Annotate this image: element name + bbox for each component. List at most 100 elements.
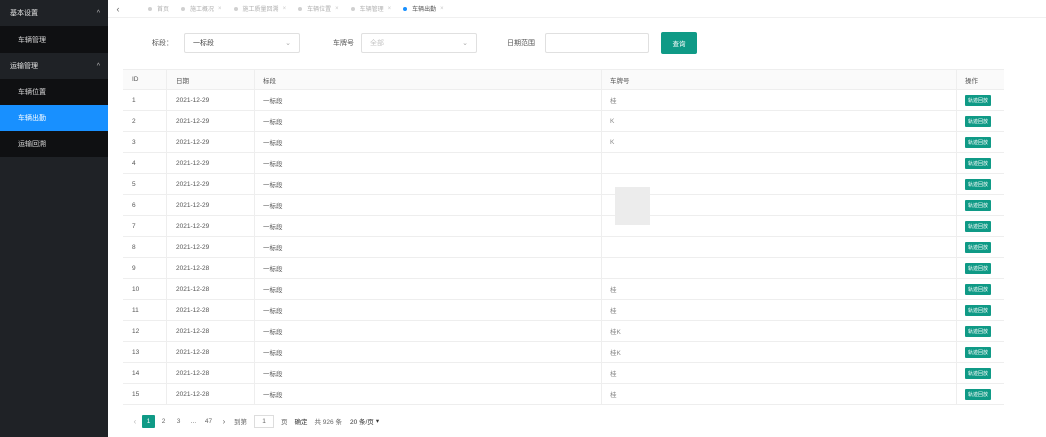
table-header-row: ID 日期 标段 车牌号 操作 <box>123 69 1004 90</box>
tab-home[interactable]: 首页 <box>142 0 175 18</box>
track-replay-button[interactable]: 轨迹回放 <box>965 241 992 253</box>
attendance-table: ID 日期 标段 车牌号 操作 1 2021-12-29 一标段桂轨迹回放 2 2021… <box>123 69 1004 405</box>
table-row: 6 2021-12-29 一标段 轨迹回放 <box>123 195 1004 216</box>
chevron-down-icon: ▾ <box>375 418 380 425</box>
cell-id: 2 <box>123 111 167 131</box>
sidebar-group-basic-settings[interactable]: 基本设置 ^ <box>0 0 108 26</box>
next-page-icon[interactable]: › <box>217 417 231 426</box>
tab-dot-icon <box>298 6 303 11</box>
track-replay-button[interactable]: 轨迹回放 <box>965 115 992 127</box>
tab-dot-icon <box>350 6 355 11</box>
date-range-input[interactable] <box>545 33 649 53</box>
goto-label: 到第 <box>234 419 247 426</box>
chevron-left-icon[interactable]: ‹ <box>108 4 128 14</box>
cell-operation: 轨迹回放 <box>957 132 1004 152</box>
tab-label: 首页 <box>157 7 170 13</box>
tab-dot-icon <box>233 6 238 11</box>
page-number-last[interactable]: 47 <box>202 415 215 428</box>
page-number-3[interactable]: 3 <box>172 415 185 428</box>
cell-id: 1 <box>123 90 167 110</box>
sidebar-item-vehicle-attendance[interactable]: 车辆出勤 <box>0 105 108 131</box>
cell-operation: 轨迹回放 <box>957 153 1004 173</box>
cell-plate <box>602 195 957 215</box>
page-number-2[interactable]: 2 <box>157 415 170 428</box>
tab-vehicle-attendance[interactable]: 车辆出勤 × <box>397 0 450 18</box>
table-row: 13 2021-12-28 一标段 桂K 轨迹回放 <box>123 342 1004 363</box>
cell-operation: 轨迹回放 <box>957 363 1004 383</box>
page-number-1[interactable]: 1 <box>142 414 155 428</box>
plate-select[interactable]: 全部 ⌄ <box>361 33 477 53</box>
track-replay-button[interactable]: 轨迹回放 <box>965 262 992 274</box>
cell-id: 6 <box>123 195 167 215</box>
cell-plate: K <box>602 132 957 152</box>
tab-quality-replay[interactable]: 施工质量回溯 × <box>228 0 293 18</box>
track-replay-button[interactable]: 轨迹回放 <box>965 199 992 211</box>
cell-id: 15 <box>123 384 167 404</box>
sidebar-group-transport-management[interactable]: 运输管理 ^ <box>0 53 108 79</box>
sidebar: 基本设置 ^ 车辆管理 运输管理 ^ 车辆位置 车辆出勤 运输回溯 <box>0 0 108 437</box>
cell-operation: 轨迹回放 <box>957 90 1004 110</box>
tab-vehicle-management[interactable]: 车辆管理 × <box>345 0 398 18</box>
section-select[interactable]: 一标段 ⌄ <box>184 33 300 53</box>
cell-plate <box>602 216 957 236</box>
cell-plate <box>602 258 957 278</box>
close-icon[interactable]: × <box>440 6 444 12</box>
track-replay-button[interactable]: 轨迹回放 <box>965 283 992 295</box>
track-replay-button[interactable]: 轨迹回放 <box>965 325 992 337</box>
cell-date: 2021-12-28 <box>167 258 255 278</box>
track-replay-button[interactable]: 轨迹回放 <box>965 136 992 148</box>
page-size-select[interactable]: 20 条/页 ▾ <box>350 416 379 426</box>
sidebar-item-transport-replay[interactable]: 运输回溯 <box>0 131 108 157</box>
cell-id: 10 <box>123 279 167 299</box>
track-replay-button[interactable]: 轨迹回放 <box>965 220 992 232</box>
cell-plate: K <box>602 111 957 131</box>
cell-section: 一标段 <box>255 195 602 215</box>
track-replay-button[interactable]: 轨迹回放 <box>965 157 992 169</box>
table-row: 8 2021-12-29 一标段 轨迹回放 <box>123 237 1004 258</box>
header-section: 标段 <box>255 70 602 89</box>
sidebar-item-label: 车辆位置 <box>18 89 46 96</box>
plate-select-placeholder: 全部 <box>370 40 384 47</box>
query-button[interactable]: 查询 <box>661 32 697 54</box>
close-icon[interactable]: × <box>335 6 339 12</box>
tab-construction-overview[interactable]: 施工概况 × <box>175 0 228 18</box>
chevron-down-icon: ⌄ <box>285 40 291 47</box>
track-replay-button[interactable]: 轨迹回放 <box>965 94 992 106</box>
cell-section: 一标段 <box>255 258 602 278</box>
track-replay-button[interactable]: 轨迹回放 <box>965 304 992 316</box>
cell-plate: 桂 <box>602 279 957 299</box>
cell-date: 2021-12-29 <box>167 216 255 236</box>
cell-date: 2021-12-28 <box>167 342 255 362</box>
cell-operation: 轨迹回放 <box>957 279 1004 299</box>
table-row: 15 2021-12-28 一标段桂轨迹回放 <box>123 384 1004 405</box>
sidebar-item-vehicle-location[interactable]: 车辆位置 <box>0 79 108 105</box>
track-replay-button[interactable]: 轨迹回放 <box>965 388 992 400</box>
cell-date: 2021-12-28 <box>167 384 255 404</box>
cell-id: 9 <box>123 258 167 278</box>
close-icon[interactable]: × <box>283 6 287 12</box>
sidebar-item-label: 车辆管理 <box>18 36 46 44</box>
cell-date: 2021-12-28 <box>167 363 255 383</box>
goto-page-input[interactable]: 1 <box>254 414 274 428</box>
cell-plate <box>602 237 957 257</box>
table-row: 11 2021-12-28 一标段桂轨迹回放 <box>123 300 1004 321</box>
cell-plate: 桂 <box>602 90 957 110</box>
cell-operation: 轨迹回放 <box>957 111 1004 131</box>
close-icon[interactable]: × <box>388 6 392 12</box>
cell-section: 一标段 <box>255 132 602 152</box>
track-replay-button[interactable]: 轨迹回放 <box>965 178 992 190</box>
tab-vehicle-location[interactable]: 车辆位置 × <box>292 0 345 18</box>
tabs-bar: ‹ 首页 施工概况 × 施工质量回溯 × 车辆位置 × 车辆管理 × 车辆出勤 <box>108 0 1046 18</box>
track-replay-button[interactable]: 轨迹回放 <box>965 346 992 358</box>
tab-label: 施工质量回溯 <box>242 7 279 13</box>
page-ellipsis[interactable]: ... <box>187 415 200 428</box>
cell-id: 4 <box>123 153 167 173</box>
cell-date: 2021-12-28 <box>167 321 255 341</box>
prev-page-icon[interactable]: ‹ <box>128 417 142 426</box>
goto-confirm-button[interactable]: 确定 <box>295 416 308 426</box>
track-replay-button[interactable]: 轨迹回放 <box>965 367 992 379</box>
sidebar-item-vehicle-management[interactable]: 车辆管理 <box>0 26 108 53</box>
close-icon[interactable]: × <box>218 6 222 12</box>
table-row: 3 2021-12-29 一标段 K 轨迹回放 <box>123 132 1004 153</box>
cell-section: 一标段 <box>255 216 602 236</box>
